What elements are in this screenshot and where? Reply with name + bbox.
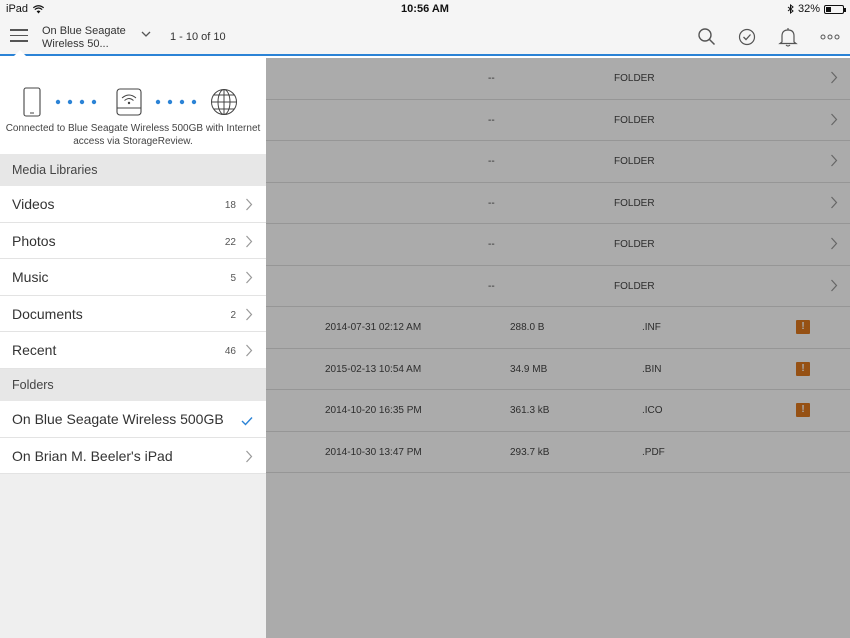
media-libraries-header: Media Libraries xyxy=(0,154,266,186)
media-item-music[interactable]: Music 5 xyxy=(0,259,266,296)
media-item-photos[interactable]: Photos 22 xyxy=(0,222,266,260)
media-item-count: 5 xyxy=(230,273,236,285)
media-item-label: Recent xyxy=(12,342,57,359)
checkmark-icon xyxy=(241,417,253,426)
chevron-right-icon xyxy=(246,450,253,462)
connection-dots-left xyxy=(55,99,97,105)
menu-caret xyxy=(12,50,28,58)
media-item-count: 18 xyxy=(224,200,236,211)
folder-item[interactable]: On Blue Seagate Wireless 500GB xyxy=(0,401,266,438)
menu-icon[interactable] xyxy=(10,29,28,43)
search-icon[interactable] xyxy=(698,28,716,46)
chevron-right-icon xyxy=(246,344,253,357)
drive-icon xyxy=(116,88,142,116)
battery-percent: 32% xyxy=(797,3,820,15)
media-item-label: Documents xyxy=(12,305,83,322)
chevron-right-icon xyxy=(246,271,253,284)
media-item-count: 46 xyxy=(224,346,236,358)
folders-header: Folders xyxy=(0,369,266,401)
status-time: 10:56 AM xyxy=(401,3,449,15)
chevron-down-icon[interactable] xyxy=(141,30,151,38)
location-selector[interactable]: On Blue Seagate Wireless 50... xyxy=(42,25,137,51)
bluetooth-icon xyxy=(787,4,794,14)
connection-diagram xyxy=(23,87,237,117)
chevron-right-icon xyxy=(246,235,253,247)
status-bar: iPad 10:56 AM 32% xyxy=(0,0,850,18)
media-item-videos[interactable]: Videos 18 xyxy=(0,186,266,223)
nav-bar: On Blue Seagate Wireless 50... 1 - 10 of… xyxy=(0,18,850,56)
folder-item-label: On Blue Seagate Wireless 500GB xyxy=(12,411,224,427)
battery-icon xyxy=(824,4,846,14)
globe-icon xyxy=(211,89,237,115)
media-item-label: Music xyxy=(12,269,49,286)
bell-icon[interactable] xyxy=(778,27,798,47)
location-line2: Wireless 50... xyxy=(42,38,109,50)
item-range: 1 - 10 of 10 xyxy=(170,31,226,43)
media-item-recent[interactable]: Recent 46 xyxy=(0,332,266,369)
media-item-label: Photos xyxy=(12,232,56,249)
select-icon[interactable] xyxy=(738,28,756,46)
chevron-right-icon xyxy=(246,198,253,211)
folder-item[interactable]: On Brian M. Beeler's iPad xyxy=(0,437,266,475)
side-menu: Connected to Blue Seagate Wireless 500GB… xyxy=(0,50,266,638)
media-item-count: 2 xyxy=(230,309,236,321)
chevron-right-icon xyxy=(246,308,253,321)
location-line1: On Blue Seagate xyxy=(42,25,126,37)
media-item-documents[interactable]: Documents 2 xyxy=(0,295,266,333)
folder-item-label: On Brian M. Beeler's iPad xyxy=(12,447,173,464)
tablet-icon xyxy=(23,87,41,117)
connection-status-text: Connected to Blue Seagate Wireless 500GB… xyxy=(5,123,261,147)
connection-panel: Connected to Blue Seagate Wireless 500GB… xyxy=(0,58,266,154)
media-item-label: Videos xyxy=(12,196,55,212)
more-icon[interactable] xyxy=(820,34,840,40)
media-item-count: 22 xyxy=(224,236,236,248)
connection-dots-right xyxy=(155,99,197,105)
